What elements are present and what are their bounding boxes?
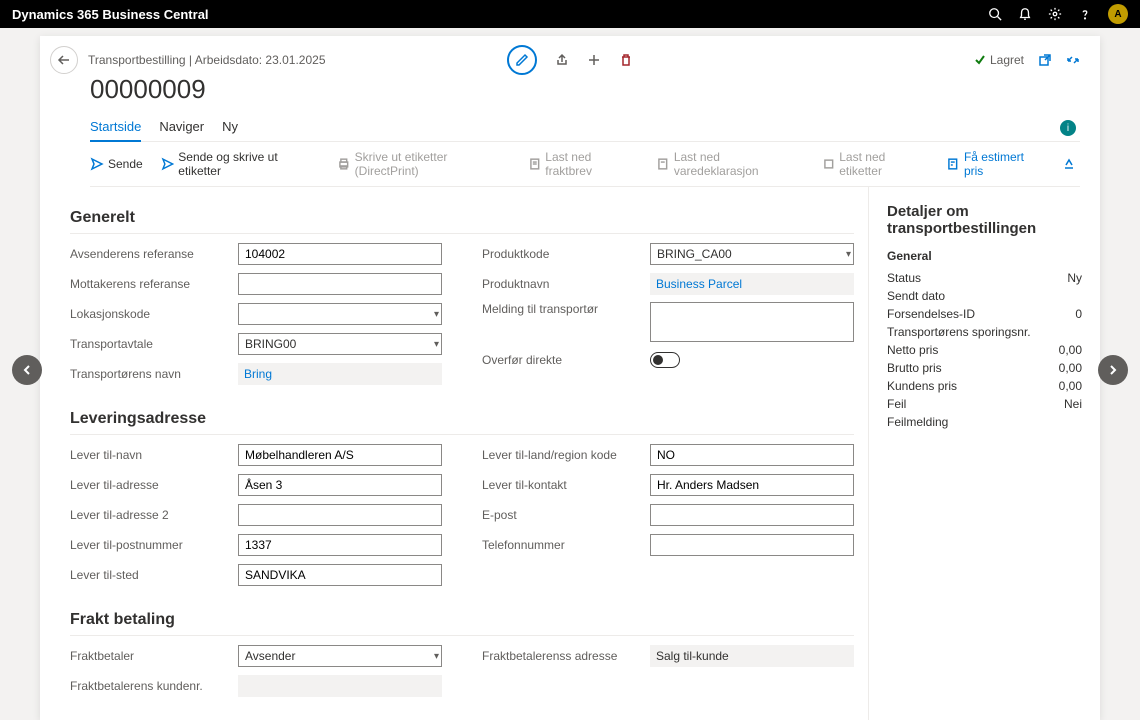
factbox-panel: Detaljer om transportbestillingen Genera… xyxy=(868,187,1100,720)
input-ship-contact[interactable] xyxy=(650,474,854,496)
select-transport-agreement[interactable]: BRING00▾ xyxy=(238,333,442,355)
label-email: E-post xyxy=(482,508,642,522)
factbox-title: Detaljer om transportbestillingen xyxy=(887,203,1082,237)
fb-tracking-label: Transportørens sporingsnr. xyxy=(887,325,1031,339)
input-ship-addr[interactable] xyxy=(238,474,442,496)
fb-error-value: Nei xyxy=(1064,397,1082,411)
settings-icon[interactable] xyxy=(1048,7,1062,21)
label-transfer-direct: Overfør direkte xyxy=(482,353,642,367)
label-sender-ref: Avsenderens referanse xyxy=(70,247,230,261)
label-ship-addr2: Lever til-adresse 2 xyxy=(70,508,230,522)
input-ship-post[interactable] xyxy=(238,534,442,556)
tab-new[interactable]: Ny xyxy=(222,119,238,141)
personalize-icon[interactable] xyxy=(1062,157,1076,171)
select-product-code[interactable]: BRING_CA00▾ xyxy=(650,243,854,265)
label-ship-post: Lever til-postnummer xyxy=(70,538,230,552)
textarea-carrier-msg[interactable] xyxy=(650,302,854,342)
fb-gross-value: 0,00 xyxy=(1059,361,1082,375)
fb-consign-value: 0 xyxy=(1075,307,1082,321)
section-delivery[interactable]: Leveringsadresse xyxy=(70,404,854,435)
back-button[interactable] xyxy=(50,46,78,74)
section-freight[interactable]: Frakt betaling xyxy=(70,605,854,636)
edit-button[interactable] xyxy=(507,45,537,75)
label-ship-country: Lever til-land/region kode xyxy=(482,448,642,462)
label-receiver-ref: Mottakerens referanse xyxy=(70,277,230,291)
action-download-waybill: Last ned fraktbrev xyxy=(528,150,639,178)
select-freight-payer[interactable]: Avsender▾ xyxy=(238,645,442,667)
help-icon[interactable] xyxy=(1078,7,1092,21)
label-carrier-name: Transportørens navn xyxy=(70,367,230,381)
action-send-print[interactable]: Sende og skrive ut etiketter xyxy=(161,150,319,178)
label-product-name: Produktnavn xyxy=(482,277,642,291)
section-general[interactable]: Generelt xyxy=(70,203,854,234)
input-email[interactable] xyxy=(650,504,854,526)
readonly-product-name: Business Parcel xyxy=(650,273,854,295)
fb-error-label: Feil xyxy=(887,397,906,411)
input-ship-name[interactable] xyxy=(238,444,442,466)
action-download-goods: Last ned varedeklarasjon xyxy=(656,150,803,178)
fb-net-value: 0,00 xyxy=(1059,343,1082,357)
input-ship-city[interactable] xyxy=(238,564,442,586)
factbox-general: General xyxy=(887,249,1082,263)
fb-cust-label: Kundens pris xyxy=(887,379,957,393)
label-phone: Telefonnummer xyxy=(482,538,642,552)
page-title: 00000009 xyxy=(90,74,1080,105)
new-button[interactable] xyxy=(587,53,601,67)
tab-navigate[interactable]: Naviger xyxy=(159,119,204,141)
readonly-freight-custno xyxy=(238,675,442,697)
action-download-labels: Last ned etiketter xyxy=(822,150,929,178)
input-ship-addr2[interactable] xyxy=(238,504,442,526)
label-ship-contact: Lever til-kontakt xyxy=(482,478,642,492)
readonly-carrier-name: Bring xyxy=(238,363,442,385)
label-ship-name: Lever til-navn xyxy=(70,448,230,462)
info-icon[interactable]: i xyxy=(1060,120,1076,136)
delete-button[interactable] xyxy=(619,53,633,67)
label-freight-payer: Fraktbetaler xyxy=(70,649,230,663)
prev-record-button[interactable] xyxy=(12,355,42,385)
fb-consign-label: Forsendelses-ID xyxy=(887,307,975,321)
action-estimate[interactable]: Få estimert pris xyxy=(946,150,1044,178)
label-freight-custno: Fraktbetalerens kundenr. xyxy=(70,679,230,693)
label-ship-city: Lever til-sted xyxy=(70,568,230,582)
label-location-code: Lokasjonskode xyxy=(70,307,230,321)
label-transport-agreement: Transportavtale xyxy=(70,337,230,351)
input-ship-country[interactable] xyxy=(650,444,854,466)
saved-indicator: Lagret xyxy=(974,53,1024,67)
collapse-button[interactable] xyxy=(1066,53,1080,67)
label-freight-addr: Fraktbetalerenss adresse xyxy=(482,649,642,663)
action-send[interactable]: Sende xyxy=(90,157,143,171)
fb-cust-value: 0,00 xyxy=(1059,379,1082,393)
next-record-button[interactable] xyxy=(1098,355,1128,385)
fb-status-label: Status xyxy=(887,271,921,285)
select-location-code[interactable]: ▾ xyxy=(238,303,442,325)
input-phone[interactable] xyxy=(650,534,854,556)
label-product-code: Produktkode xyxy=(482,247,642,261)
avatar[interactable]: A xyxy=(1108,4,1128,24)
action-print-direct: Skrive ut etiketter (DirectPrint) xyxy=(337,150,510,178)
label-carrier-msg: Melding til transportør xyxy=(482,302,642,316)
input-sender-ref[interactable] xyxy=(238,243,442,265)
toggle-transfer-direct[interactable] xyxy=(650,352,680,368)
share-button[interactable] xyxy=(555,53,569,67)
fb-gross-label: Brutto pris xyxy=(887,361,942,375)
fb-status-value: Ny xyxy=(1067,271,1082,285)
tab-home[interactable]: Startside xyxy=(90,119,141,142)
fb-sentdate-label: Sendt dato xyxy=(887,289,945,303)
readonly-freight-addr: Salg til-kunde xyxy=(650,645,854,667)
popout-button[interactable] xyxy=(1038,53,1052,67)
fb-errmsg-label: Feilmelding xyxy=(887,415,948,429)
search-icon[interactable] xyxy=(988,7,1002,21)
label-ship-addr: Lever til-adresse xyxy=(70,478,230,492)
breadcrumb: Transportbestilling | Arbeidsdato: 23.01… xyxy=(88,53,326,67)
app-title: Dynamics 365 Business Central xyxy=(12,7,209,22)
bell-icon[interactable] xyxy=(1018,7,1032,21)
fb-net-label: Netto pris xyxy=(887,343,938,357)
input-receiver-ref[interactable] xyxy=(238,273,442,295)
